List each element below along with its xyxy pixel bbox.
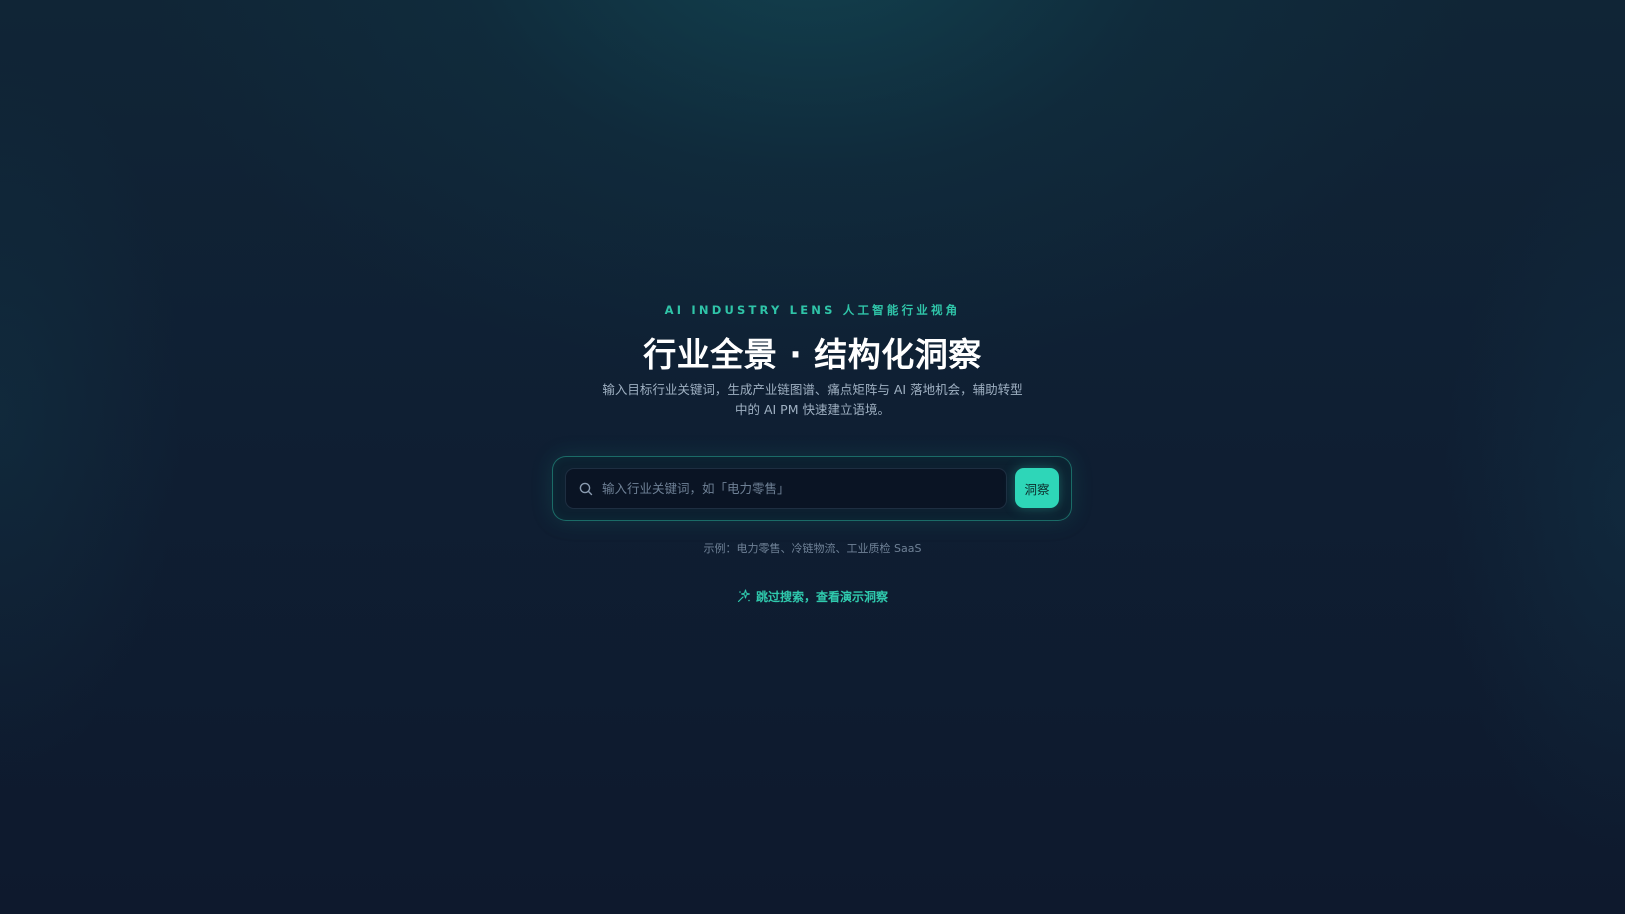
search-input[interactable] [602, 469, 998, 508]
eyebrow-tagline: AI INDUSTRY LENS 人工智能行业视角 [664, 303, 961, 317]
demo-insight-label: 跳过搜索，查看演示洞察 [755, 590, 888, 604]
page-title: 行业全景 · 结构化洞察 [643, 335, 982, 374]
insight-button[interactable]: 洞察 [1015, 468, 1059, 508]
search-panel: 洞察 [552, 456, 1072, 521]
search-icon [578, 481, 594, 497]
page-subtitle: 输入目标行业关键词，生成产业链图谱、痛点矩阵与 AI 落地机会，辅助转型中的 A… [602, 382, 1023, 417]
sparkle-icon [737, 589, 751, 603]
landing-hero: AI INDUSTRY LENS 人工智能行业视角 行业全景 · 结构化洞察 输… [0, 0, 1625, 914]
demo-insight-link[interactable]: 跳过搜索，查看演示洞察 [0, 588, 1625, 605]
search-field[interactable] [565, 468, 1007, 509]
example-keywords: 示例：电力零售、冷链物流、工业质检 SaaS [703, 542, 922, 555]
